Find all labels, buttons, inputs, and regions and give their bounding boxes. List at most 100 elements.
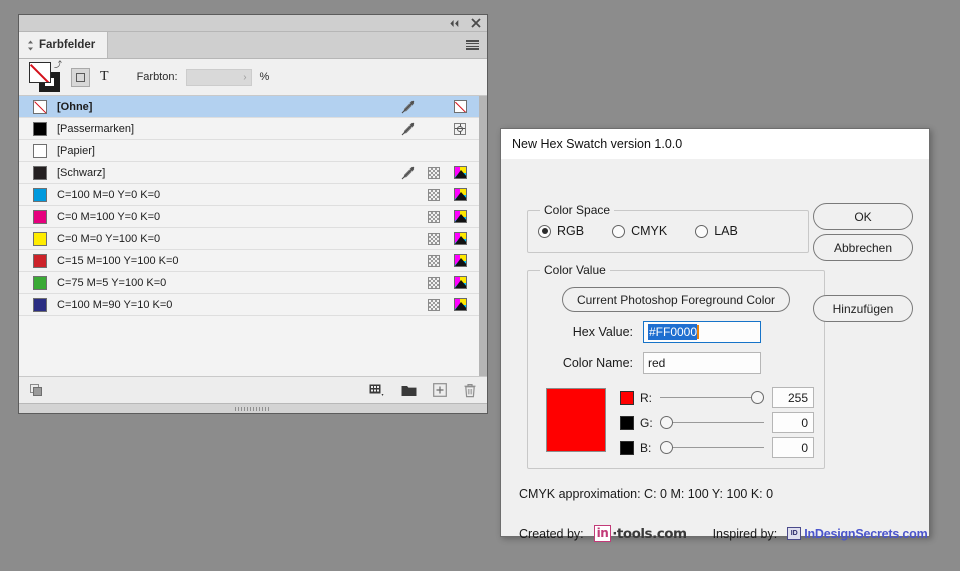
panel-resize-grip[interactable] (19, 403, 487, 413)
radio-lab[interactable]: LAB (695, 224, 738, 238)
show-all-swatches-icon[interactable] (29, 383, 43, 397)
tint-checker-icon[interactable] (421, 208, 447, 226)
swap-fill-stroke-icon[interactable]: ⤴ (54, 61, 62, 69)
format-text-button[interactable]: T (98, 69, 111, 85)
panel-menu-icon[interactable] (466, 40, 479, 50)
ok-button[interactable]: OK (813, 203, 913, 230)
rgb-controls: R: 255 G: 0 B: 0 (538, 387, 814, 458)
color-name-input[interactable]: red (643, 352, 761, 374)
panel-bottom-toolbar (19, 376, 487, 403)
cmyk-process-color-icon (447, 252, 473, 270)
color-name-text: red (648, 356, 666, 370)
eyedropper-icon[interactable] (395, 98, 421, 116)
tint-checker-icon[interactable] (421, 230, 447, 248)
swatch-row[interactable]: C=100 M=90 Y=10 K=0 (19, 294, 479, 316)
swatch-row[interactable]: C=75 M=5 Y=100 K=0 (19, 272, 479, 294)
swatch-name: C=75 M=5 Y=100 K=0 (57, 276, 167, 289)
swatch-row-icons (395, 142, 479, 160)
format-frame-button[interactable] (71, 67, 90, 87)
tint-input[interactable]: › (185, 68, 252, 86)
eyedropper-icon[interactable] (395, 120, 421, 138)
cancel-button[interactable]: Abbrechen (813, 234, 913, 261)
new-hex-swatch-dialog: New Hex Swatch version 1.0.0 Color Space… (500, 128, 930, 542)
tint-checker-icon[interactable] (421, 296, 447, 314)
swatch-name: [Passermarken] (57, 122, 135, 135)
swatches-panel: Farbfelder ⤴ T Farbton: › % [Ohne] [Passe… (18, 14, 488, 414)
radio-button-icon[interactable] (538, 224, 551, 238)
swatch-row[interactable]: C=15 M=100 Y=100 K=0 (19, 250, 479, 272)
tint-checker-icon-empty (421, 120, 447, 138)
swatch-color-chip (33, 143, 47, 158)
tab-farbfelder[interactable]: Farbfelder (19, 32, 109, 58)
created-by-label: Created by: (519, 526, 584, 541)
fill-swatch[interactable] (29, 62, 51, 83)
radio-rgb[interactable]: RGB (538, 224, 584, 238)
channel-value-input[interactable]: 0 (772, 412, 814, 433)
panel-tab-row: Farbfelder (19, 32, 487, 59)
cmyk-process-color-icon (447, 296, 473, 314)
fill-stroke-widget[interactable]: ⤴ (29, 61, 63, 92)
channel-slider[interactable] (660, 391, 764, 405)
slider-thumb[interactable] (660, 416, 673, 429)
swatch-type-icon-empty (447, 142, 473, 160)
tint-checker-icon-empty (421, 98, 447, 116)
collapse-panel-icon[interactable] (448, 17, 460, 29)
radio-label: CMYK (631, 224, 668, 238)
radio-cmyk[interactable]: CMYK (612, 224, 667, 238)
color-preview-swatch (546, 388, 606, 452)
radio-button-icon[interactable] (695, 224, 709, 238)
indesignsecrets-logo[interactable]: ID InDesignSecrets.com (787, 527, 928, 541)
swatch-row[interactable]: [Papier] (19, 140, 479, 162)
intools-logo[interactable]: in ·tools.com (593, 525, 687, 542)
swatch-row-icons (395, 252, 479, 270)
slider-thumb[interactable] (660, 441, 673, 454)
channel-slider[interactable] (660, 441, 764, 455)
swatch-row[interactable]: C=0 M=0 Y=100 K=0 (19, 228, 479, 250)
tint-unit: % (259, 71, 270, 83)
cmyk-process-color-icon (447, 230, 473, 248)
delete-swatch-icon[interactable] (463, 383, 477, 398)
radio-label: RGB (557, 224, 585, 238)
swatch-color-chip (33, 99, 47, 114)
tint-checker-icon[interactable] (421, 186, 447, 204)
swatch-color-chip (33, 231, 47, 246)
chevron-right-icon[interactable]: › (243, 72, 246, 83)
add-button[interactable]: Hinzufügen (813, 295, 913, 322)
swatch-row[interactable]: C=100 M=0 Y=0 K=0 (19, 184, 479, 206)
swatch-row[interactable]: [Ohne] (19, 96, 479, 118)
slider-thumb[interactable] (751, 391, 764, 404)
channel-value-input[interactable]: 255 (772, 387, 814, 408)
credits-row: Created by: in ·tools.com Inspired by: I… (519, 525, 928, 542)
eyedropper-icon[interactable] (395, 164, 421, 182)
radio-label: LAB (714, 224, 738, 238)
swatch-row[interactable]: [Schwarz] (19, 162, 479, 184)
channel-value-input[interactable]: 0 (772, 437, 814, 458)
new-swatch-icon[interactable] (433, 383, 447, 397)
channel-slider[interactable] (660, 416, 764, 430)
intools-logo-box: in (593, 525, 612, 542)
hex-value-input[interactable]: #FF0000 (643, 321, 761, 343)
swatch-row[interactable]: [Passermarken] (19, 118, 479, 140)
color-name-label: Color Name: (562, 356, 633, 370)
swatch-color-chip (33, 187, 47, 202)
new-swatch-group-folder-icon[interactable] (401, 384, 417, 397)
close-icon[interactable] (470, 17, 482, 29)
tint-checker-icon[interactable] (421, 252, 447, 270)
tint-label: Farbton: (136, 71, 178, 83)
radio-button-icon[interactable] (612, 224, 626, 238)
new-color-group-icon[interactable] (369, 383, 385, 397)
swatch-name: C=0 M=0 Y=100 K=0 (57, 232, 161, 245)
swatch-list[interactable]: [Ohne] [Passermarken] [Papier] [Schwarz] C=1… (19, 96, 487, 376)
cmyk-process-color-icon (447, 274, 473, 292)
hex-value-label: Hex Value: (572, 325, 633, 339)
none-color-icon (447, 98, 473, 116)
channel-sliders: R: 255 G: 0 B: 0 (620, 387, 814, 458)
tint-checker-icon[interactable] (421, 164, 447, 182)
channel-color-chip (620, 415, 634, 430)
tint-checker-icon[interactable] (421, 274, 447, 292)
cmyk-approximation-text: CMYK approximation: C: 0 M: 100 Y: 100 K… (519, 487, 774, 501)
current-photoshop-foreground-color-button[interactable]: Current Photoshop Foreground Color (562, 287, 790, 312)
swatch-row[interactable]: C=0 M=100 Y=0 K=0 (19, 206, 479, 228)
color-space-group: Color Space RGB CMYK LAB (527, 203, 809, 253)
color-space-options: RGB CMYK LAB (538, 224, 798, 238)
